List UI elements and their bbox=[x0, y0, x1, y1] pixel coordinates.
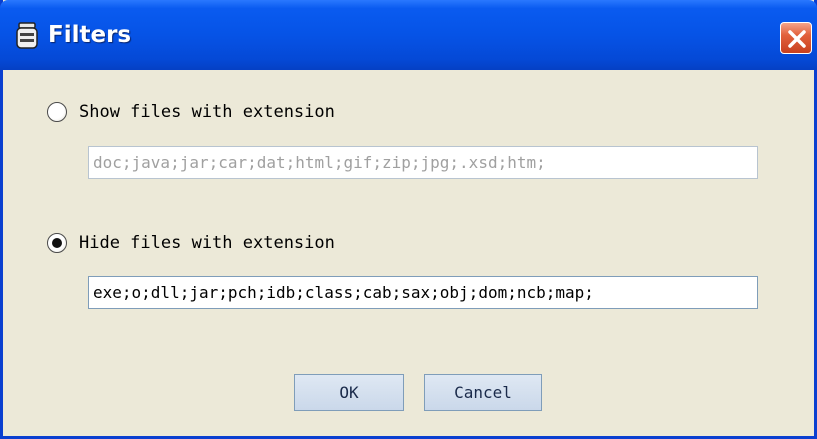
dialog-body: Show files with extension doc;java;jar;c… bbox=[3, 70, 814, 439]
ok-button[interactable]: OK bbox=[294, 374, 404, 411]
show-extensions-field[interactable]: doc;java;jar;car;dat;html;gif;zip;jpg;.x… bbox=[88, 146, 758, 179]
show-files-option[interactable]: Show files with extension bbox=[47, 99, 335, 125]
filters-dialog: Filters Show files with extension doc;ja… bbox=[0, 0, 817, 439]
hide-extensions-field[interactable]: exe;o;dll;jar;pch;idb;class;cab;sax;obj;… bbox=[88, 276, 758, 309]
show-files-radio[interactable] bbox=[47, 102, 67, 122]
hide-files-radio[interactable] bbox=[47, 233, 67, 253]
hide-files-option[interactable]: Hide files with extension bbox=[47, 230, 335, 256]
close-icon bbox=[788, 30, 806, 48]
show-files-label[interactable]: Show files with extension bbox=[79, 102, 335, 122]
close-button[interactable] bbox=[780, 22, 812, 54]
window-title: Filters bbox=[48, 22, 132, 48]
hide-files-label[interactable]: Hide files with extension bbox=[79, 233, 335, 253]
cancel-button[interactable]: Cancel bbox=[424, 374, 542, 411]
title-bar[interactable]: Filters bbox=[0, 0, 817, 70]
jar-icon bbox=[14, 22, 40, 50]
